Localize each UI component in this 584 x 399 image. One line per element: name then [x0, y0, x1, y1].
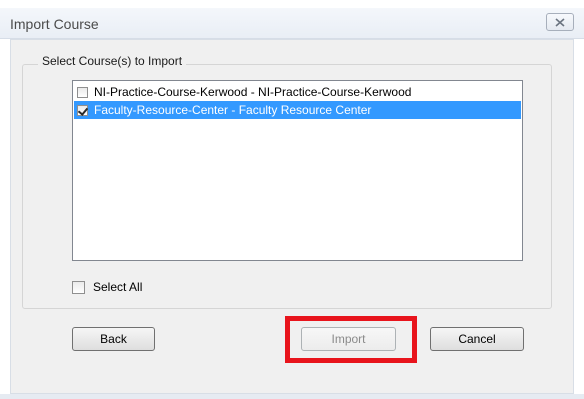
window-title: Import Course — [10, 16, 99, 32]
import-course-dialog: Import Course Select Course(s) to Import… — [0, 0, 584, 399]
select-all-label: Select All — [93, 280, 143, 294]
course-checkbox[interactable] — [77, 86, 88, 98]
back-button[interactable]: Back — [72, 327, 155, 351]
list-item-ni-practice-course[interactable]: NI-Practice-Course-Kerwood - NI-Practice… — [74, 83, 521, 101]
close-icon — [555, 17, 565, 27]
list-item-label: Faculty-Resource-Center - Faculty Resour… — [94, 103, 372, 117]
list-item-faculty-resource-center[interactable]: Faculty-Resource-Center - Faculty Resour… — [74, 101, 521, 119]
window-bottom-edge — [0, 394, 584, 399]
title-bar[interactable]: Import Course — [0, 8, 584, 39]
select-all-checkbox[interactable] — [72, 280, 85, 294]
select-all-option[interactable]: Select All — [72, 280, 142, 294]
close-button[interactable] — [546, 13, 574, 31]
group-legend: Select Course(s) to Import — [38, 54, 187, 68]
import-highlight-box — [285, 316, 417, 363]
cancel-button[interactable]: Cancel — [430, 327, 524, 351]
list-item-label: NI-Practice-Course-Kerwood - NI-Practice… — [94, 85, 412, 99]
course-checkbox[interactable] — [77, 104, 88, 116]
course-list[interactable]: NI-Practice-Course-Kerwood - NI-Practice… — [72, 80, 523, 261]
